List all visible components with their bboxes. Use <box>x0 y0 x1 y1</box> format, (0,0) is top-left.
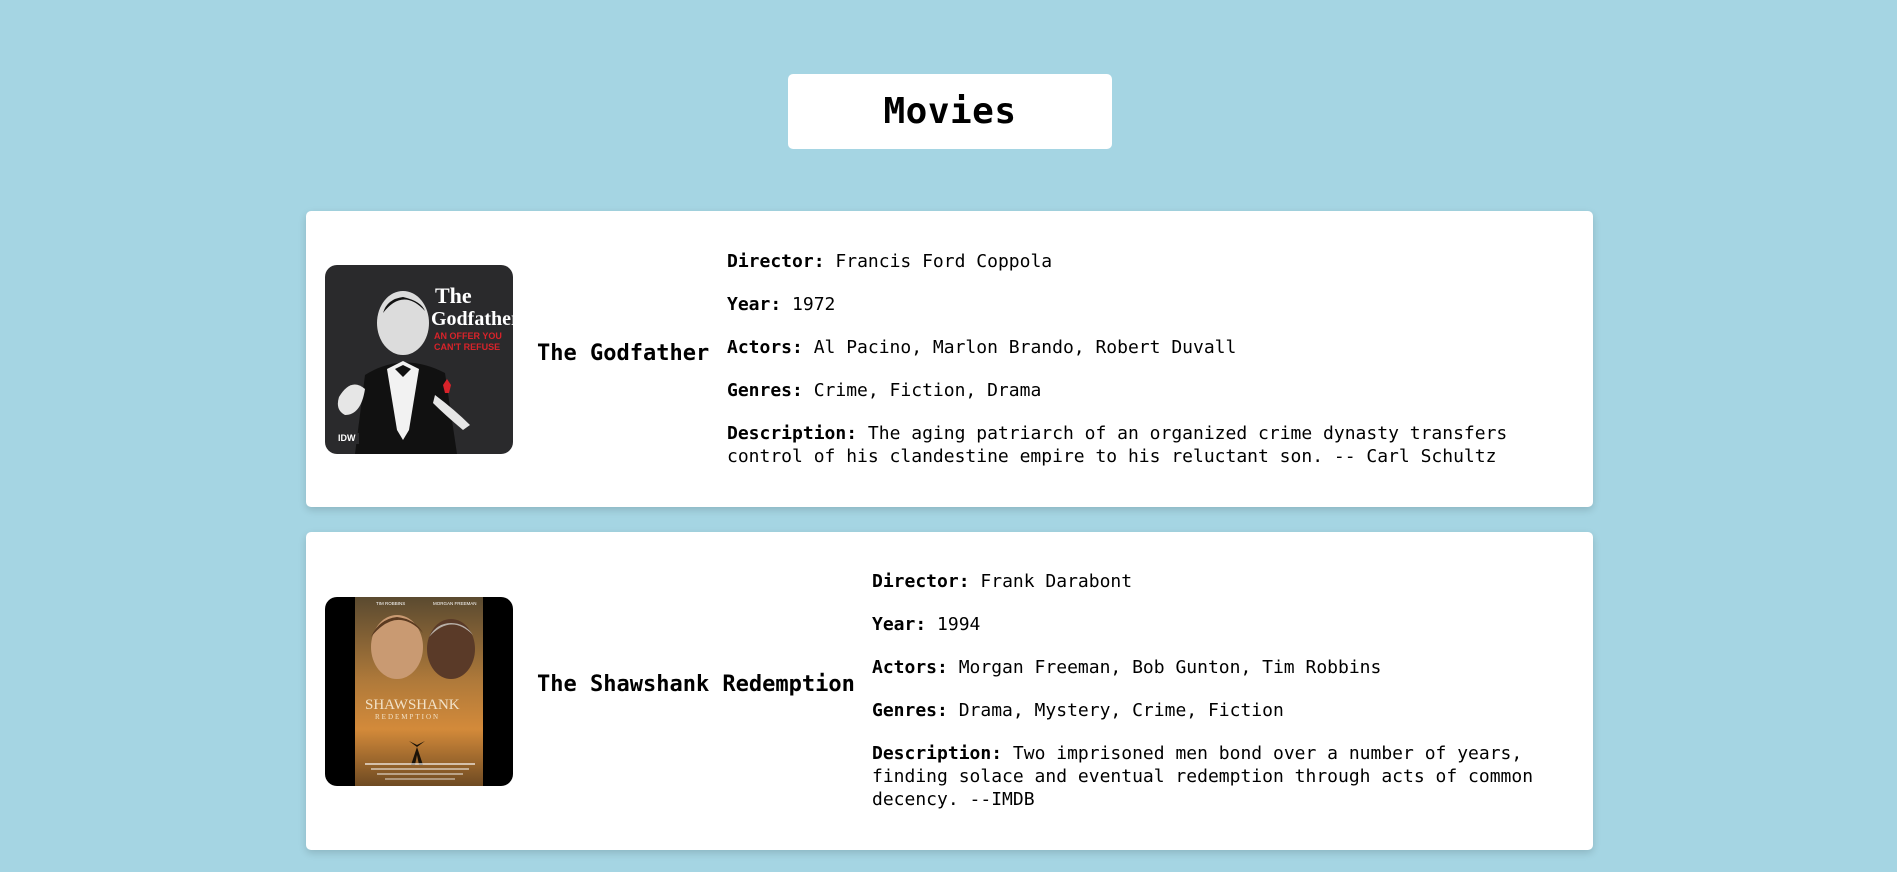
poster-headline: Godfather <box>431 308 513 330</box>
year-label: Year: <box>872 614 927 635</box>
poster-headline: The <box>435 283 472 308</box>
director-label: Director: <box>727 251 825 272</box>
poster-headline: SHAWSHANK <box>365 697 460 713</box>
movie-details: Director: Frank Darabont Year: 1994 Acto… <box>872 570 1572 811</box>
actors-value: Al Pacino, Marlon Brando, Robert Duvall <box>813 337 1237 358</box>
movie-title: The Godfather <box>537 341 710 366</box>
genres-row: Genres: Crime, Fiction, Drama <box>727 379 1557 402</box>
movie-details: Director: Francis Ford Coppola Year: 197… <box>727 250 1557 468</box>
movie-card: The Godfather AN OFFER YOU CAN'T REFUSE … <box>306 211 1593 507</box>
genres-value: Drama, Mystery, Crime, Fiction <box>958 700 1284 721</box>
director-row: Director: Francis Ford Coppola <box>727 250 1557 273</box>
genres-value: Crime, Fiction, Drama <box>813 380 1042 401</box>
genres-label: Genres: <box>727 380 803 401</box>
description-label: Description: <box>872 743 1003 764</box>
description-row: Description: Two imprisoned men bond ove… <box>872 742 1572 811</box>
page-header: Movies <box>788 74 1112 149</box>
director-value: Francis Ford Coppola <box>835 251 1053 272</box>
poster-tagline: CAN'T REFUSE <box>434 342 500 352</box>
movie-poster: The Godfather AN OFFER YOU CAN'T REFUSE … <box>325 265 513 454</box>
year-row: Year: 1972 <box>727 293 1557 316</box>
poster-headline: REDEMPTION <box>375 713 440 721</box>
actors-label: Actors: <box>727 337 803 358</box>
description-label: Description: <box>727 423 858 444</box>
movie-poster: TIM ROBBINS MORGAN FREEMAN SHAWSHANK RED… <box>325 597 513 786</box>
description-row: Description: The aging patriarch of an o… <box>727 422 1557 468</box>
year-value: 1994 <box>937 614 981 635</box>
movie-title: The Shawshank Redemption <box>537 672 855 697</box>
actors-row: Actors: Al Pacino, Marlon Brando, Robert… <box>727 336 1557 359</box>
genres-row: Genres: Drama, Mystery, Crime, Fiction <box>872 699 1572 722</box>
poster-credit: MORGAN FREEMAN <box>433 601 477 606</box>
year-label: Year: <box>727 294 782 315</box>
movie-card: TIM ROBBINS MORGAN FREEMAN SHAWSHANK RED… <box>306 532 1593 850</box>
director-row: Director: Frank Darabont <box>872 570 1572 593</box>
director-label: Director: <box>872 571 970 592</box>
godfather-poster-art: The Godfather AN OFFER YOU CAN'T REFUSE … <box>325 265 513 454</box>
year-row: Year: 1994 <box>872 613 1572 636</box>
actors-value: Morgan Freeman, Bob Gunton, Tim Robbins <box>958 657 1382 678</box>
actors-row: Actors: Morgan Freeman, Bob Gunton, Tim … <box>872 656 1572 679</box>
actors-label: Actors: <box>872 657 948 678</box>
year-value: 1972 <box>792 294 836 315</box>
director-value: Frank Darabont <box>980 571 1133 592</box>
publisher-logo: IDW <box>338 433 356 443</box>
shawshank-poster-art: TIM ROBBINS MORGAN FREEMAN SHAWSHANK RED… <box>325 597 513 786</box>
genres-label: Genres: <box>872 700 948 721</box>
poster-credit: TIM ROBBINS <box>376 601 405 606</box>
poster-tagline: AN OFFER YOU <box>434 331 502 341</box>
page-title: Movies <box>883 91 1017 132</box>
